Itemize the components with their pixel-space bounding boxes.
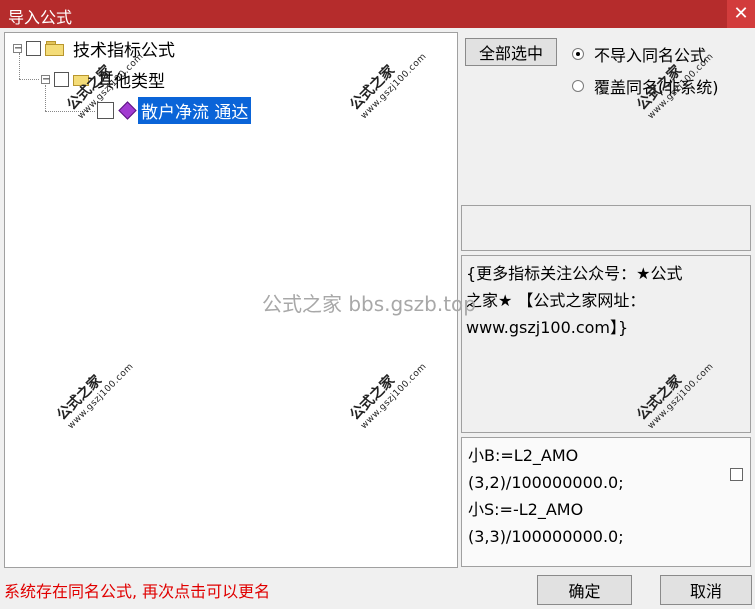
folder-icon <box>45 40 65 56</box>
status-message: 系统存在同名公式, 再次点击可以更名 <box>4 582 271 601</box>
radio-button[interactable] <box>572 80 584 92</box>
window-title: 导入公式 <box>8 8 73 27</box>
formula-icon <box>118 101 137 120</box>
title-bar: 导入公式 ✕ <box>0 0 755 28</box>
close-icon[interactable]: ✕ <box>727 0 755 28</box>
code-checkbox[interactable] <box>730 468 743 481</box>
tree-checkbox-child[interactable] <box>54 71 69 87</box>
tree-node-leaf[interactable]: 散户净流 通达 <box>97 96 252 124</box>
formula-description: {更多指标关注公众号：★公式 之家★ 【公式之家网址： www.gszj100.… <box>466 264 683 337</box>
tree-node-root[interactable]: − 技术指标公式 <box>13 37 175 61</box>
formula-code: 小B:=L2_AMO (3,2)/100000000.0; 小S:=-L2_AM… <box>468 446 624 546</box>
tree-label-leaf[interactable]: 散户净流 通达 <box>138 96 252 124</box>
cancel-button[interactable]: 取消 <box>660 575 752 605</box>
tree-connector <box>19 79 39 80</box>
collapse-icon[interactable]: − <box>41 74 50 84</box>
ok-button[interactable]: 确定 <box>537 575 632 605</box>
collapse-icon[interactable]: − <box>13 43 22 53</box>
radio-button[interactable] <box>572 48 584 60</box>
info-box <box>461 205 751 251</box>
watermark-center: 公式之家 bbs.gszb.top <box>262 292 476 316</box>
select-all-button[interactable]: 全部选中 <box>465 38 557 66</box>
tree-checkbox-root[interactable] <box>26 40 41 56</box>
